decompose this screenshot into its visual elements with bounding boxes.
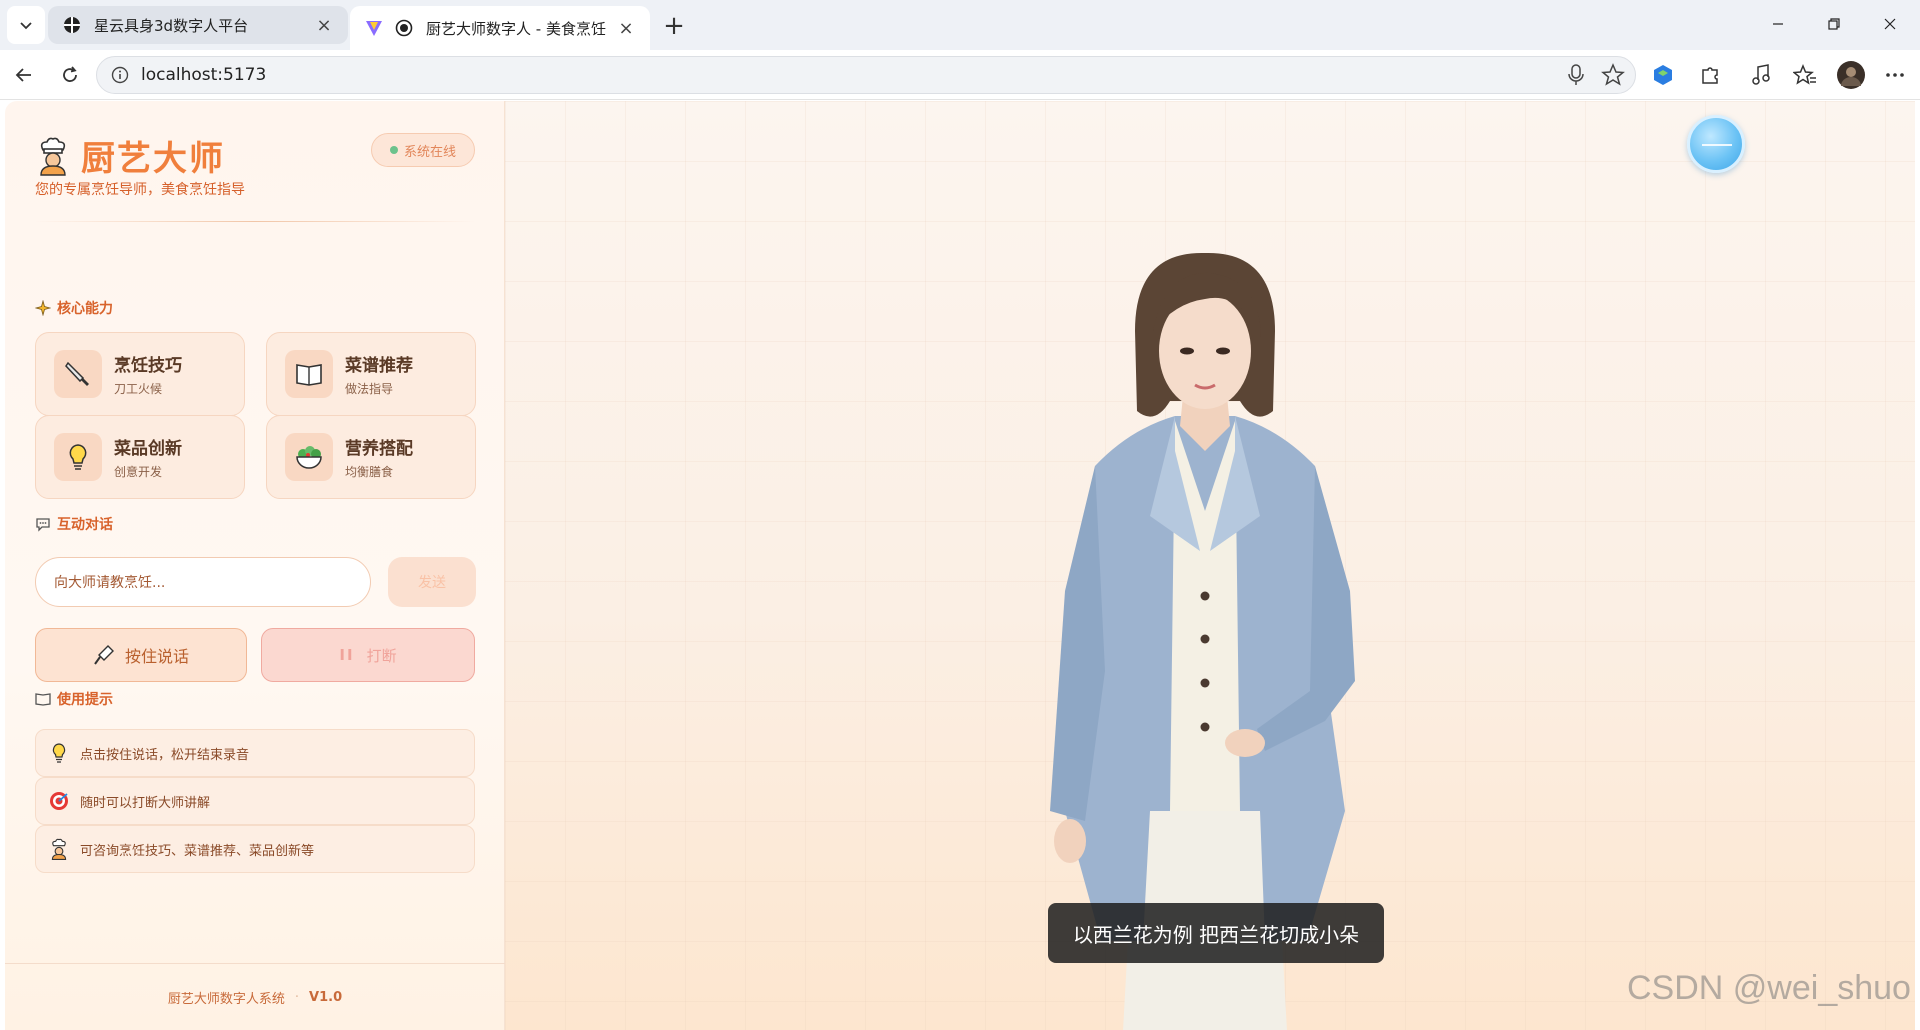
restore-button[interactable] [1806, 0, 1862, 48]
capability-title: 菜品创新 [114, 439, 182, 459]
more-menu-icon[interactable] [1882, 62, 1908, 88]
capability-title: 营养搭配 [345, 439, 413, 459]
pause-icon: II [339, 646, 355, 664]
chat-input-placeholder: 向大师请教烹饪... [54, 575, 166, 591]
chef-icon [40, 137, 66, 176]
brand-tagline: 您的专属烹饪导师，美食烹饪指导 [35, 182, 245, 198]
capability-card-innovation[interactable]: 菜品创新 创意开发 [35, 415, 245, 499]
profile-avatar[interactable] [1836, 60, 1866, 90]
favorite-star-icon[interactable] [1601, 63, 1625, 87]
chat-title: 互动对话 [35, 514, 113, 534]
vite-favicon-icon [364, 18, 384, 38]
close-icon [1884, 18, 1896, 30]
recording-indicator-icon [394, 18, 414, 38]
lightbulb-icon [48, 742, 70, 764]
capabilities-title-text: 核心能力 [57, 301, 113, 317]
close-window-button[interactable] [1862, 0, 1918, 48]
divider [35, 221, 475, 222]
browser-toolbar: localhost:5173 [0, 50, 1920, 100]
media-control-icon[interactable] [1748, 62, 1774, 88]
footer-version: V1.0 [309, 989, 343, 1005]
brand-name: 厨艺大师 [81, 139, 225, 179]
chevron-down-icon [20, 22, 32, 30]
capability-card-cooking-skills[interactable]: 烹饪技巧 刀工火候 [35, 332, 245, 416]
tip-item: 随时可以打断大师讲解 [35, 777, 475, 825]
minimize-icon [1773, 23, 1783, 25]
sidebar-footer: 厨艺大师数字人系统 · V1.0 [5, 963, 505, 1030]
book-icon [285, 350, 333, 398]
speech-subtitle: 以西兰花为例 把西兰花切成小朵 [1048, 903, 1384, 963]
back-button[interactable] [8, 59, 40, 91]
chat-title-text: 互动对话 [57, 517, 113, 533]
tips-title: 使用提示 [35, 689, 113, 709]
chef-icon [48, 838, 70, 860]
capabilities-title: 核心能力 [35, 298, 113, 318]
platform-favicon-icon [62, 15, 82, 35]
control-sidebar: 厨艺大师 您的专属烹饪导师，美食烹饪指导 系统在线 核心能力 烹饪技巧 刀工火候 [5, 101, 505, 1030]
capability-subtitle: 均衡膳食 [345, 465, 394, 479]
tab-active[interactable]: 厨艺大师数字人 - 美食烹饪 × [350, 6, 650, 50]
minimize-button[interactable] [1750, 0, 1806, 48]
tab-list-button[interactable] [7, 6, 45, 44]
tab-inactive[interactable]: 星云具身3d数字人平台 × [48, 6, 348, 44]
microphone-icon[interactable] [1565, 63, 1587, 87]
browser-tab-bar: 星云具身3d数字人平台 × 厨艺大师数字人 - 美食烹饪 × + [0, 0, 1920, 50]
status-orb-icon[interactable] [1687, 115, 1745, 173]
tip-item: 可咨询烹饪技巧、菜谱推荐、菜品创新等 [35, 825, 475, 873]
status-dot [389, 146, 398, 154]
capability-subtitle: 做法指导 [345, 382, 394, 396]
sparkle-icon [35, 300, 51, 316]
reload-button[interactable] [54, 59, 86, 91]
avatar-stage: 以西兰花为例 把西兰花切成小朵 CSDN @wei_shuo [505, 101, 1915, 1030]
send-button[interactable]: 发送 [388, 557, 476, 607]
address-bar[interactable]: localhost:5173 [96, 56, 1636, 94]
close-tab-icon[interactable]: × [314, 15, 334, 36]
interrupt-button[interactable]: II 打断 [261, 628, 475, 682]
capability-title: 烹饪技巧 [114, 356, 182, 376]
close-tab-icon[interactable]: × [616, 18, 636, 39]
tip-item: 点击按住说话，松开结束录音 [35, 729, 475, 777]
knife-icon [54, 350, 102, 398]
extensions-puzzle-icon[interactable] [1697, 62, 1723, 88]
url-text: localhost:5173 [141, 65, 267, 85]
status-text: 系统在线 [403, 144, 456, 160]
tips-title-text: 使用提示 [57, 692, 113, 708]
chat-input[interactable]: 向大师请教烹饪... [35, 557, 371, 607]
watermark: CSDN @wei_shuo [1627, 969, 1911, 1007]
capability-card-recipes[interactable]: 菜谱推荐 做法指导 [266, 332, 476, 416]
new-tab-button[interactable]: + [658, 10, 690, 42]
tip-text: 随时可以打断大师讲解 [80, 795, 211, 811]
tip-text: 可咨询烹饪技巧、菜谱推荐、菜品创新等 [80, 843, 315, 859]
push-to-talk-button[interactable]: 按住说话 [35, 628, 247, 682]
brand: 厨艺大师 [35, 131, 225, 180]
app-page: 厨艺大师 您的专属烹饪导师，美食烹饪指导 系统在线 核心能力 烹饪技巧 刀工火候 [5, 101, 1915, 1030]
favorites-icon[interactable] [1792, 62, 1818, 88]
footer-name: 厨艺大师数字人系统 [167, 991, 285, 1007]
extension-shield-icon[interactable] [1650, 62, 1676, 88]
tab-title: 厨艺大师数字人 - 美食烹饪 [426, 19, 606, 38]
book-icon [35, 691, 51, 707]
capability-card-nutrition[interactable]: 营养搭配 均衡膳食 [266, 415, 476, 499]
interrupt-label: 打断 [366, 646, 397, 665]
arrow-left-icon [15, 68, 31, 82]
tab-title: 星云具身3d数字人平台 [94, 16, 249, 35]
capability-subtitle: 创意开发 [114, 465, 163, 479]
push-to-talk-label: 按住说话 [124, 647, 189, 666]
target-icon [48, 790, 70, 812]
capability-subtitle: 刀工火候 [114, 382, 163, 396]
tip-text: 点击按住说话，松开结束录音 [80, 747, 250, 763]
microphone-icon [94, 645, 114, 665]
capability-title: 菜谱推荐 [345, 356, 413, 376]
salad-icon [285, 433, 333, 481]
reload-icon [63, 66, 77, 82]
status-badge: 系统在线 [371, 133, 475, 167]
lightbulb-icon [54, 433, 102, 481]
chat-bubble-icon [35, 516, 51, 532]
info-icon [111, 66, 129, 84]
restore-icon [1828, 18, 1840, 30]
footer-separator: · [294, 989, 300, 1005]
